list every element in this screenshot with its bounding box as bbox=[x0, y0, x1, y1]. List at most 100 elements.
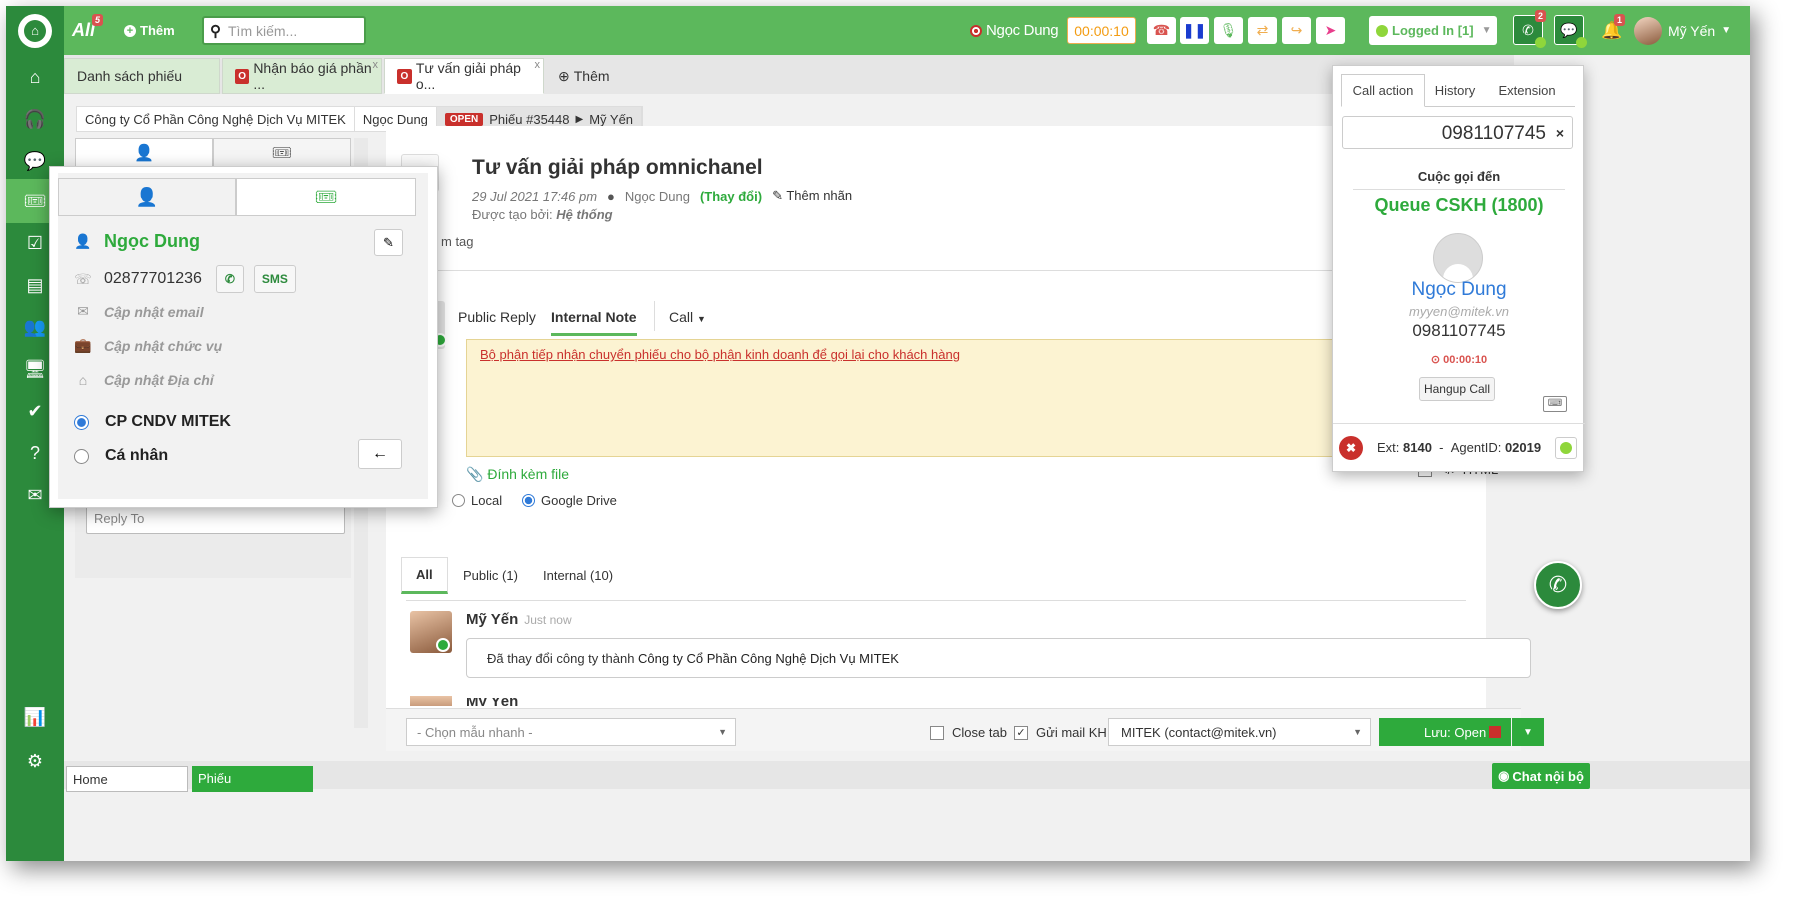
send-button[interactable]: ➤ bbox=[1316, 17, 1345, 44]
search-input[interactable]: ⚲ Tìm kiếm... bbox=[202, 16, 366, 45]
storage-drive-radio[interactable]: Google Drive bbox=[522, 493, 617, 508]
back-button[interactable]: ← bbox=[358, 439, 402, 469]
tab-call-action[interactable]: Call action bbox=[1341, 74, 1425, 107]
pause-icon: ❚❚ bbox=[1182, 22, 1207, 38]
mail-from-select[interactable]: MITEK (contact@mitek.vn) ▼ bbox=[1108, 718, 1371, 746]
internal-chat-button[interactable]: ◉ Chat nội bộ bbox=[1492, 763, 1590, 789]
wechat-icon: 💬 bbox=[1560, 21, 1578, 38]
agent-status-toggle[interactable] bbox=[1555, 436, 1577, 459]
edit-contact-button[interactable]: ✎ bbox=[374, 229, 403, 256]
contact-email-row[interactable]: ✉ Cập nhật email bbox=[74, 303, 203, 320]
tab-extension[interactable]: Extension bbox=[1485, 74, 1569, 107]
tag-link[interactable]: m tag bbox=[441, 234, 474, 249]
agent-status-bar: ✖ Ext: 8140 - AgentID: 02019 bbox=[1333, 423, 1585, 471]
transfer-button[interactable]: ⇄ bbox=[1248, 17, 1277, 44]
save-button[interactable]: Lưu: Open bbox=[1379, 718, 1511, 746]
dial-number-input[interactable]: 0981107745 × bbox=[1342, 116, 1573, 149]
internal-note-editor[interactable]: Bộ phận tiếp nhận chuyển phiếu cho bộ ph… bbox=[466, 339, 1346, 457]
caller-number: 0981107745 bbox=[1412, 321, 1506, 340]
tab-quote-request[interactable]: O Nhận báo giá phần ... x bbox=[222, 58, 382, 94]
home-icon[interactable]: ⌂ bbox=[6, 55, 64, 99]
gear-icon[interactable]: ⚙ bbox=[6, 739, 64, 783]
ticket-date: 29 Jul 2021 17:46 pm bbox=[472, 188, 598, 204]
floating-call-button[interactable]: ✆ bbox=[1534, 561, 1582, 609]
add-label-link[interactable]: ✎ Thêm nhãn bbox=[772, 188, 852, 204]
tab-add[interactable]: ⊕ Thêm bbox=[546, 58, 636, 94]
caret-down-icon: ▼ bbox=[1721, 25, 1732, 36]
tab-call-history[interactable]: History bbox=[1425, 74, 1485, 107]
attach-file-link[interactable]: 📎 Đính kèm file bbox=[466, 466, 569, 483]
sms-button[interactable]: SMS bbox=[253, 265, 296, 293]
caret-down-icon: ▼ bbox=[1353, 727, 1362, 737]
tab-history-all[interactable]: All bbox=[401, 557, 448, 594]
add-button[interactable]: + Thêm bbox=[124, 6, 175, 55]
personal-radio[interactable]: Cá nhân bbox=[74, 447, 168, 465]
tab-history-public[interactable]: Public (1) bbox=[463, 568, 518, 583]
tab-internal-note[interactable]: Internal Note bbox=[551, 309, 637, 336]
record-dot-icon: ⊙ bbox=[1430, 354, 1441, 366]
tab-history-internal[interactable]: Internal (10) bbox=[543, 568, 613, 583]
user-icon: 👤 bbox=[135, 186, 159, 207]
reply-to-input[interactable]: Reply To bbox=[86, 504, 345, 534]
plus-circle-icon: ⊕ bbox=[558, 67, 570, 84]
ticket-icon: 🎟 bbox=[314, 186, 338, 207]
ticket-icon[interactable]: 🎟 bbox=[213, 138, 351, 168]
change-contact-link[interactable]: (Thay đổi) bbox=[700, 189, 762, 204]
chat-widget-button[interactable]: 💬 bbox=[1554, 15, 1587, 48]
app-logo[interactable]: ⌂ bbox=[6, 6, 64, 55]
hangup-call-button[interactable]: Hangup Call bbox=[1419, 377, 1495, 401]
headset-icon[interactable]: 🎧 bbox=[6, 97, 64, 141]
phone-widget-button[interactable]: ✆ 2 bbox=[1513, 10, 1546, 48]
microphone-icon: 🎙 bbox=[1219, 22, 1238, 38]
history-entry: Đã thay đổi công ty thành Công ty Cổ Phầ… bbox=[466, 638, 1531, 678]
keyboard-icon[interactable]: ⌨ bbox=[1543, 396, 1567, 412]
user-menu[interactable]: Mỹ Yến ▼ bbox=[1634, 6, 1731, 55]
bottom-tab-ticket[interactable]: Phiếu bbox=[192, 766, 313, 792]
ticket-contact: Ngọc Dung bbox=[624, 188, 690, 204]
call-contact-button[interactable]: ✆ bbox=[215, 265, 244, 293]
online-badge-icon bbox=[436, 638, 450, 652]
history-author-next: Mỹ Yến bbox=[466, 698, 518, 706]
close-tab-checkbox[interactable]: Close tab bbox=[930, 725, 1007, 740]
contact-address-row[interactable]: ⌂ Cập nhật Địa chỉ bbox=[74, 372, 214, 388]
mute-button[interactable]: 🎙 bbox=[1214, 17, 1243, 44]
org-radio[interactable]: CP CNDV MITEK bbox=[74, 413, 231, 431]
call-dropdown[interactable]: Call ▼ bbox=[669, 309, 706, 325]
phone-icon: ✆ bbox=[224, 272, 235, 286]
user-icon: 👤 bbox=[74, 233, 92, 249]
breadcrumb-company[interactable]: Công ty Cổ Phần Công Nghệ Dịch Vụ MITEK bbox=[77, 107, 355, 131]
user-icon[interactable]: 👤 bbox=[75, 138, 213, 168]
contact-name: Ngọc Dung bbox=[104, 231, 200, 251]
envelope-icon: ✉ bbox=[77, 303, 89, 319]
tab-ticket-list[interactable]: Danh sách phiếu bbox=[64, 58, 220, 94]
notification-button[interactable]: 🔔 1 bbox=[1601, 6, 1626, 55]
avatar bbox=[410, 696, 452, 706]
save-options-button[interactable]: ▼ bbox=[1512, 718, 1544, 746]
hold-button[interactable]: ❚❚ bbox=[1180, 17, 1209, 44]
contact-title-row[interactable]: 💼 Cập nhật chức vụ bbox=[74, 337, 222, 354]
tab-public-reply[interactable]: Public Reply bbox=[458, 309, 536, 325]
status-dot-icon bbox=[1560, 441, 1572, 454]
caret-down-icon: ▼ bbox=[1481, 25, 1492, 36]
storage-local-radio[interactable]: Local bbox=[452, 493, 502, 508]
send-mail-checkbox[interactable]: ✓ Gửi mail KH bbox=[1014, 725, 1107, 740]
bottom-tab-home[interactable]: Home bbox=[66, 766, 188, 792]
call-badge: 2 bbox=[1534, 10, 1546, 22]
call-panel: Call action History Extension 0981107745… bbox=[1332, 65, 1585, 472]
contact-tab-ticket[interactable]: 🎟 bbox=[236, 178, 416, 216]
close-icon[interactable]: x bbox=[535, 59, 541, 71]
quick-template-select[interactable]: - Chọn mẫu nhanh - ▼ bbox=[406, 718, 736, 746]
home-logo-icon: ⌂ bbox=[24, 19, 46, 42]
bar-chart-icon[interactable]: 📊 bbox=[6, 695, 64, 739]
contact-tab-user[interactable]: 👤 bbox=[58, 178, 236, 216]
logged-in-status[interactable]: Logged In [1] ▼ bbox=[1369, 16, 1497, 45]
paper-plane-icon: ➤ bbox=[1324, 22, 1337, 38]
all-menu-button[interactable]: All 5 bbox=[72, 6, 104, 55]
caret-down-icon: ▼ bbox=[697, 314, 706, 324]
clear-icon[interactable]: × bbox=[1556, 125, 1564, 141]
forward-call-button[interactable]: ↪ bbox=[1282, 17, 1311, 44]
tab-omnichannel[interactable]: O Tư vấn giải pháp o... x bbox=[384, 58, 544, 94]
hangup-button[interactable]: ☎ bbox=[1147, 17, 1176, 44]
close-icon[interactable]: ✖ bbox=[1339, 435, 1363, 460]
close-icon[interactable]: x bbox=[373, 59, 379, 71]
